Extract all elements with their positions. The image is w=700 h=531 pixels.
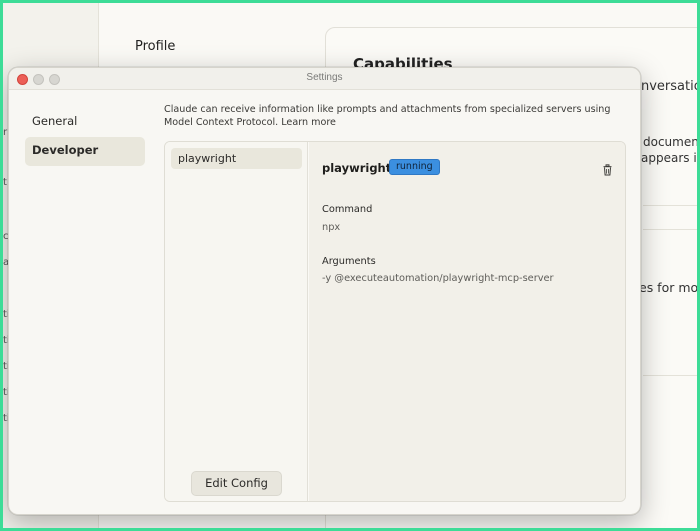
mcp-intro-text: Claude can receive information like prom… <box>164 104 611 128</box>
server-name: playwright <box>322 161 392 175</box>
trash-icon[interactable] <box>602 161 613 176</box>
mcp-servers-panel: playwright Edit Config playwright runnin… <box>164 141 626 502</box>
background-text-fragment: appears in <box>641 151 700 165</box>
background-clipped-text: r <box>3 127 8 138</box>
background-text-fragment: documents <box>643 135 699 149</box>
arguments-value: -y @executeautomation/playwright-mcp-ser… <box>322 273 554 284</box>
title-bar[interactable]: Settings <box>9 68 640 90</box>
background-profile-label: Profile <box>135 39 176 54</box>
status-badge: running <box>389 159 440 175</box>
server-list-item-playwright[interactable]: playwright <box>171 148 302 169</box>
background-divider <box>643 375 697 376</box>
background-text-fragment: nversatio <box>641 79 700 94</box>
edit-config-button[interactable]: Edit Config <box>191 471 282 496</box>
nav-item-general[interactable]: General <box>25 108 145 137</box>
background-text-fragment: es for mor <box>639 280 700 295</box>
settings-window: Settings General Developer Claude can re… <box>8 67 641 515</box>
background-divider <box>643 205 697 206</box>
screenshot-frame: r t c a ti ti ti ti ti Profile Capabilit… <box>0 0 700 531</box>
arguments-label: Arguments <box>322 256 376 267</box>
settings-nav: General Developer <box>25 108 145 166</box>
nav-item-developer[interactable]: Developer <box>25 137 145 166</box>
command-label: Command <box>322 204 373 215</box>
window-title: Settings <box>306 72 343 83</box>
command-value: npx <box>322 222 341 233</box>
server-detail: playwright running Command npx Arguments… <box>309 142 625 501</box>
background-divider <box>643 229 697 230</box>
background-clipped-text: t <box>3 177 7 188</box>
server-list: playwright Edit Config <box>165 142 308 501</box>
